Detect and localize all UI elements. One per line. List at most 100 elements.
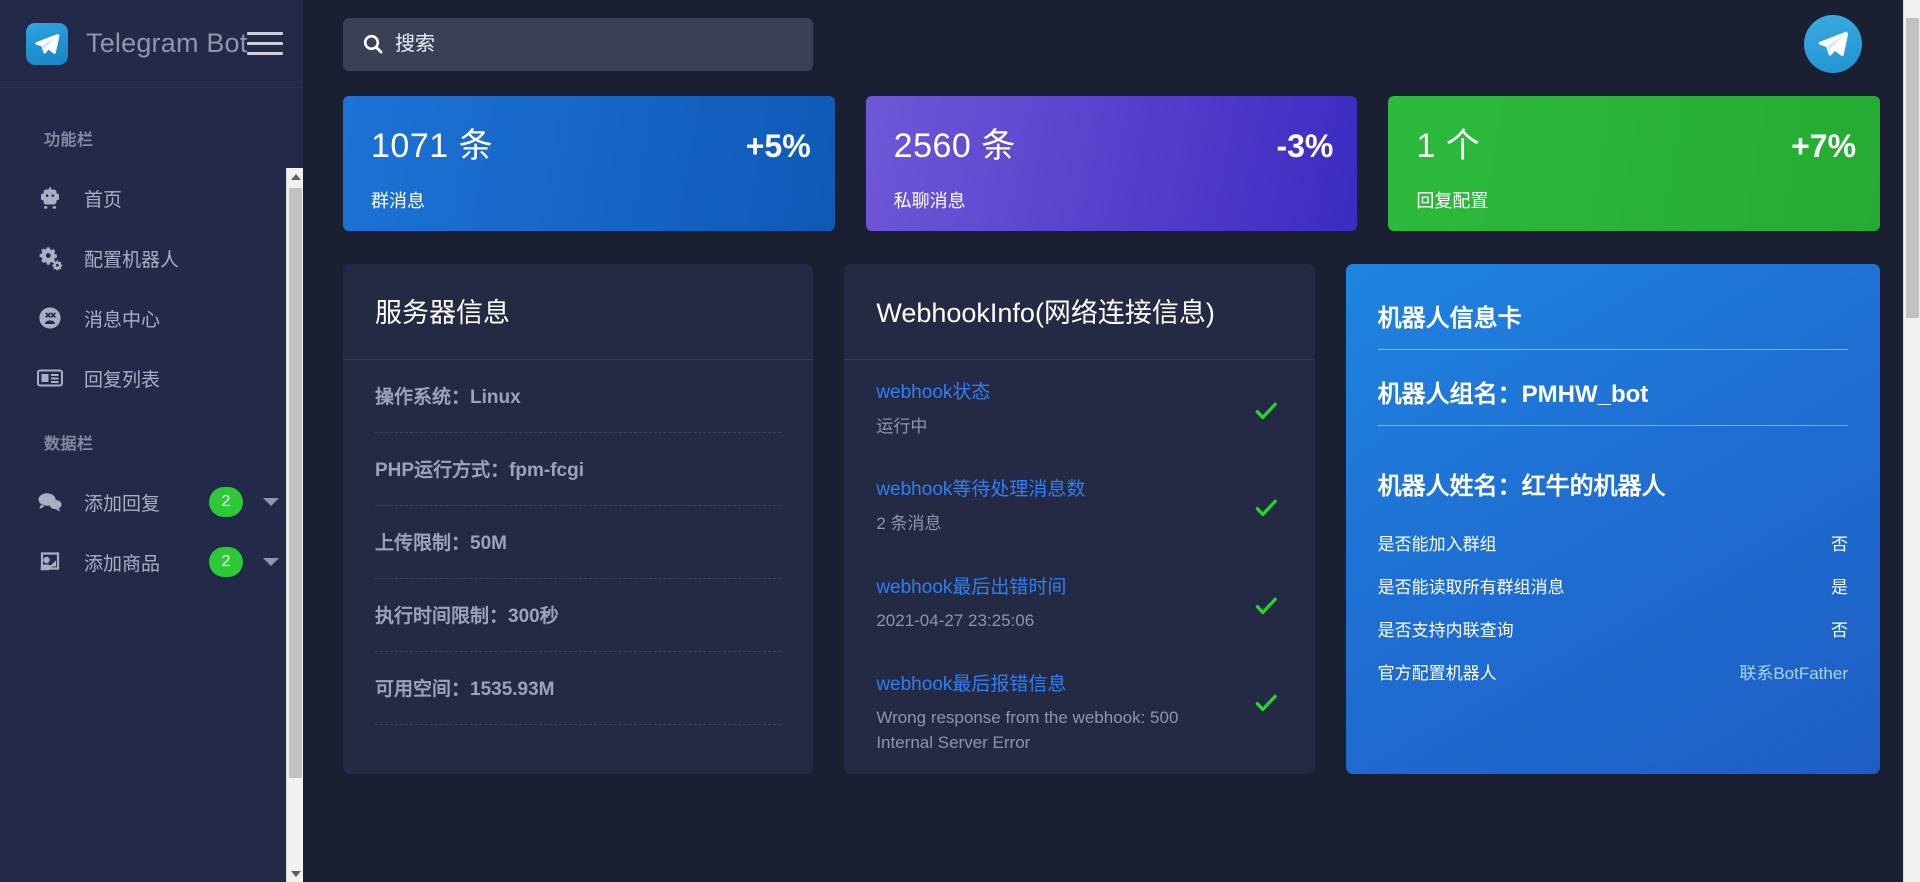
webhook-texts: webhook最后报错信息 Wrong response from the we… <box>876 672 1248 756</box>
server-info-body: 操作系统：Linux PHP运行方式：fpm-fcgi 上传限制：50M 执行时… <box>343 360 813 726</box>
webhook-value: 2021-04-27 23:25:06 <box>876 611 1035 631</box>
bot-attribute-row: 是否能读取所有群组消息 是 <box>1378 564 1848 607</box>
server-info-row: 操作系统：Linux <box>375 360 782 434</box>
server-info-header: 服务器信息 <box>343 264 814 361</box>
search-box[interactable] <box>343 17 813 71</box>
webhook-key[interactable]: webhook最后出错时间 <box>876 575 1232 602</box>
search-icon <box>361 32 395 56</box>
webhook-info-body: webhook状态 运行中 webhook等待处理消息数 2 条消息 webho… <box>844 360 1314 774</box>
webhook-info-header: WebhookInfo(网络连接信息) <box>844 264 1315 361</box>
smiley-icon <box>30 303 70 333</box>
stat-delta: +5% <box>745 128 811 164</box>
chat-bubbles-icon <box>30 487 70 517</box>
webhook-texts: webhook状态 运行中 <box>876 380 1248 439</box>
stat-card-reply-configs[interactable]: 1 个 +7% 回复配置 <box>1388 96 1881 231</box>
webhook-row: webhook等待处理消息数 2 条消息 <box>876 457 1282 554</box>
server-info-row: 执行时间限制：300秒 <box>375 579 782 653</box>
chevron-down-icon[interactable] <box>263 558 279 566</box>
webhook-key[interactable]: webhook等待处理消息数 <box>876 477 1232 504</box>
hamburger-icon[interactable] <box>247 27 283 59</box>
bot-info-card: 机器人信息卡 机器人组名：PMHW_bot 机器人姓名：红牛的机器人 是否能加入… <box>1345 264 1880 774</box>
webhook-key[interactable]: webhook状态 <box>876 380 1232 407</box>
stat-card-group-messages[interactable]: 1071 条 +5% 群消息 <box>343 96 835 231</box>
topbar <box>303 0 1920 88</box>
divider <box>1377 425 1848 426</box>
sidebar-item-label: 添加回复 <box>84 493 161 515</box>
server-info-panel: 服务器信息 操作系统：Linux PHP运行方式：fpm-fcgi 上传限制：5… <box>343 264 814 774</box>
sidebar-item-label: 回复列表 <box>84 369 161 391</box>
stats-row: 1071 条 +5% 群消息 2560 条 -3% 私聊消息 1 个 +7% 回… <box>343 96 1881 231</box>
panel-title: WebhookInfo(网络连接信息) <box>876 298 1215 328</box>
stat-value: 1 个 <box>1416 127 1481 165</box>
webhook-value: Wrong response from the webhook: 500 Int… <box>876 708 1179 753</box>
search-input[interactable] <box>395 32 795 56</box>
check-icon <box>1249 380 1283 424</box>
server-info-row: 可用空间：1535.93M <box>375 652 782 726</box>
stat-top: 2560 条 -3% <box>894 118 1334 167</box>
chevron-down-icon[interactable] <box>263 498 279 506</box>
brand-title: Telegram Bot <box>86 28 248 58</box>
stat-delta: -3% <box>1276 128 1334 164</box>
stat-label: 回复配置 <box>1416 191 1489 211</box>
sidebar-item-add-product[interactable]: 添加商品 2 <box>0 532 303 592</box>
webhook-value: 2 条消息 <box>876 513 942 533</box>
bot-display-name: 机器人姓名：红牛的机器人 <box>1377 473 1666 500</box>
bot-attribute-key: 是否能读取所有群组消息 <box>1377 578 1565 597</box>
sidebar-item-home[interactable]: 首页 <box>0 168 303 228</box>
botfather-link[interactable]: 联系BotFather <box>1739 659 1848 684</box>
sidebar-badge-add-product: 2 <box>209 547 243 577</box>
sidebar-item-add-reply[interactable]: 添加回复 2 <box>0 472 303 532</box>
stat-value: 1071 条 <box>371 127 494 165</box>
stat-top: 1071 条 +5% <box>371 118 811 167</box>
sidebar-section-title-data: 数据栏 <box>44 436 94 453</box>
sidebar-badge-add-reply: 2 <box>209 487 243 517</box>
dashboard-content: 1071 条 +5% 群消息 2560 条 -3% 私聊消息 1 个 +7% 回… <box>303 88 1920 774</box>
webhook-texts: webhook最后出错时间 2021-04-27 23:25:06 <box>876 575 1248 634</box>
sidebar-item-configure-bot[interactable]: 配置机器人 <box>0 228 303 288</box>
bot-attribute-row: 是否能加入群组 否 <box>1378 521 1848 564</box>
webhook-row: webhook最后出错时间 2021-04-27 23:25:06 <box>876 555 1282 652</box>
stat-label: 私聊消息 <box>893 191 966 211</box>
sidebar-item-reply-list[interactable]: 回复列表 <box>0 348 303 408</box>
webhook-key[interactable]: webhook最后报错信息 <box>876 672 1232 699</box>
bot-card-heading: 机器人信息卡 <box>1377 305 1522 332</box>
robot-icon <box>30 183 70 213</box>
stat-card-private-messages[interactable]: 2560 条 -3% 私聊消息 <box>865 96 1358 231</box>
webhook-row: webhook状态 运行中 <box>876 360 1282 457</box>
bot-attribute-value: 是 <box>1830 578 1848 597</box>
webhook-row: webhook最后报错信息 Wrong response from the we… <box>876 652 1282 774</box>
window-scrollbar[interactable] <box>1903 0 1920 882</box>
bot-attribute-key: 是否支持内联查询 <box>1377 621 1514 640</box>
check-icon <box>1249 672 1283 716</box>
bot-attribute-row: 是否支持内联查询 否 <box>1378 607 1848 650</box>
stat-label: 群消息 <box>371 191 425 211</box>
telegram-logo-icon <box>26 22 68 65</box>
sidebar-item-message-center[interactable]: 消息中心 <box>0 288 303 348</box>
server-info-row: PHP运行方式：fpm-fcgi <box>375 433 782 507</box>
stat-top: 1 个 +7% <box>1416 118 1856 167</box>
bot-group-name: 机器人组名：PMHW_bot <box>1377 381 1649 408</box>
gears-icon <box>30 243 70 273</box>
bot-attribute-value: 否 <box>1830 535 1848 554</box>
server-info-row: 上传限制：50M <box>375 506 782 580</box>
divider <box>1377 349 1848 350</box>
webhook-info-panel: WebhookInfo(网络连接信息) webhook状态 运行中 webhoo… <box>844 264 1315 774</box>
window-scroll-thumb[interactable] <box>1906 18 1919 318</box>
sidebar-scroll-thumb[interactable] <box>289 188 302 778</box>
panels-row: 服务器信息 操作系统：Linux PHP运行方式：fpm-fcgi 上传限制：5… <box>343 264 1880 774</box>
sidebar-scroll-down-button[interactable] <box>287 865 303 882</box>
stat-delta: +7% <box>1791 128 1857 164</box>
sidebar-item-label: 添加商品 <box>84 553 161 575</box>
webhook-value: 运行中 <box>876 416 928 436</box>
webhook-texts: webhook等待处理消息数 2 条消息 <box>876 477 1248 536</box>
list-icon <box>30 363 70 393</box>
bot-attribute-value: 否 <box>1830 621 1848 640</box>
sidebar-scroll-area: 功能栏 首页 配置机器人 消息中心 回复列表 数据栏 添加回复 2 添加商品 2 <box>0 88 303 882</box>
check-icon <box>1249 575 1283 619</box>
sidebar-scroll-up-button[interactable] <box>287 168 303 185</box>
sidebar-item-label: 首页 <box>84 189 123 211</box>
telegram-avatar-icon[interactable] <box>1804 15 1862 73</box>
sidebar-scrollbar[interactable] <box>286 168 303 882</box>
main-area: 1071 条 +5% 群消息 2560 条 -3% 私聊消息 1 个 +7% <box>303 0 1920 882</box>
sidebar-item-label: 配置机器人 <box>84 249 180 271</box>
